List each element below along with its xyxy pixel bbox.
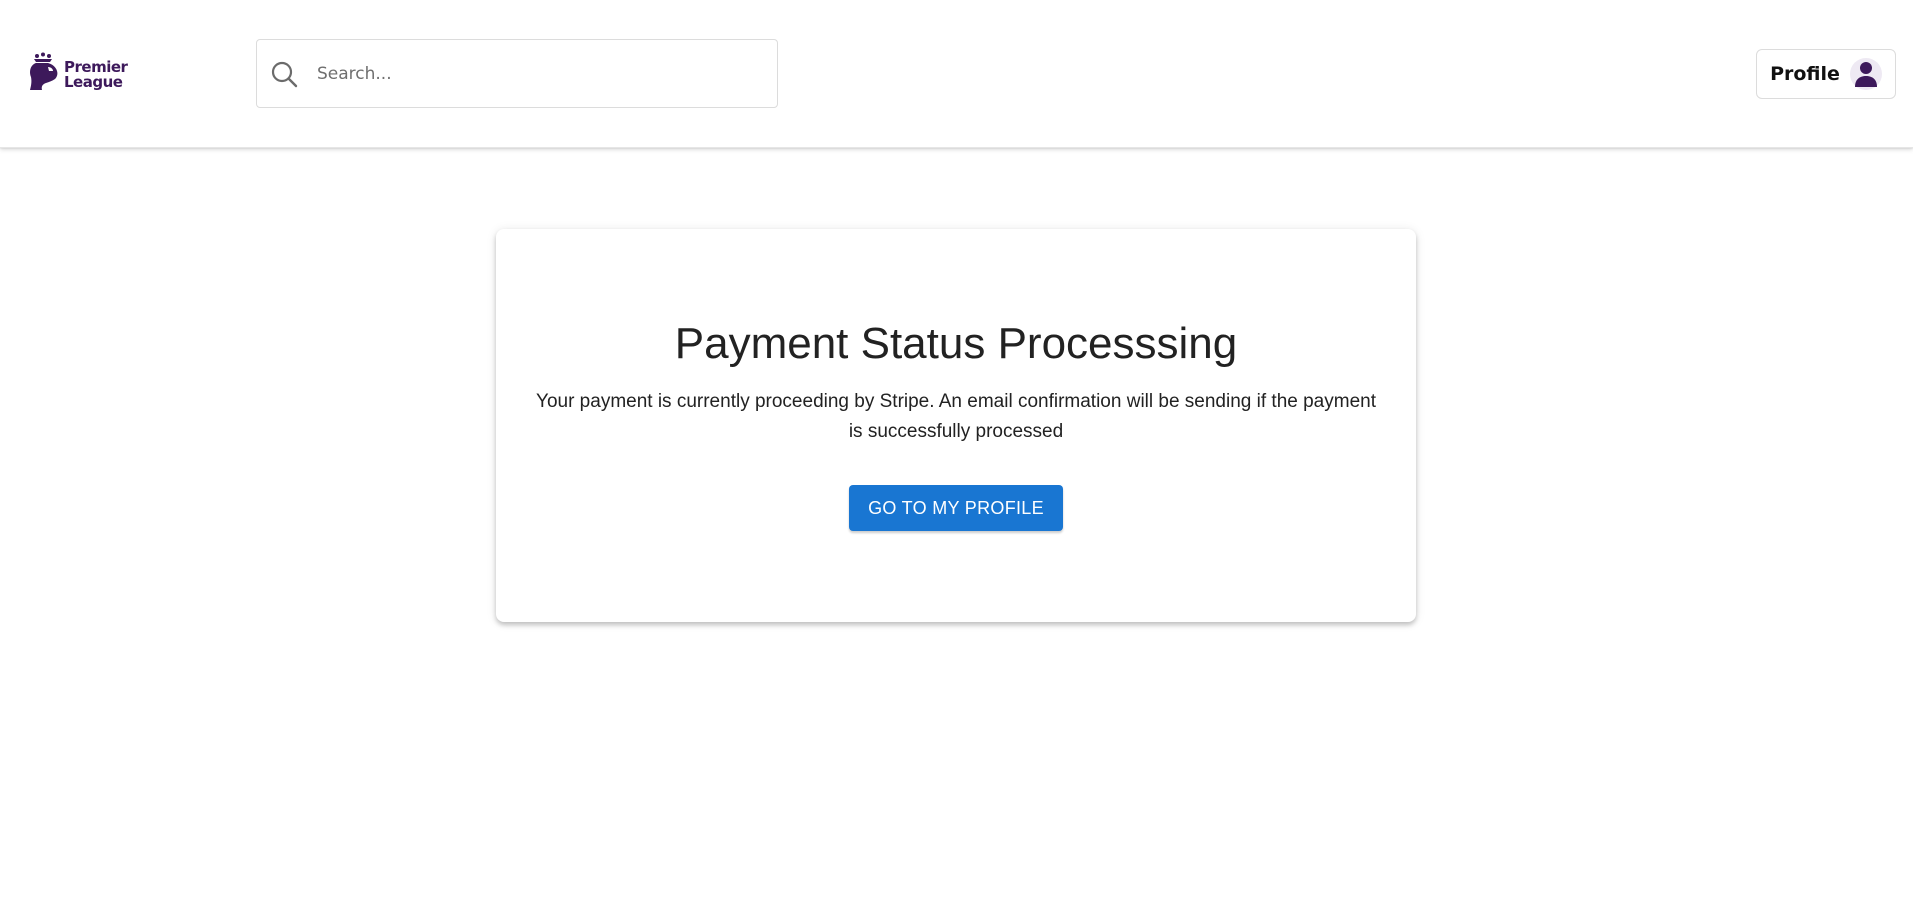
lion-crest-icon (28, 52, 60, 97)
logo-line-2: League (64, 72, 123, 91)
search-icon[interactable] (269, 59, 299, 89)
profile-button[interactable]: Profile (1756, 49, 1896, 99)
top-navbar: Premier League Profile (0, 0, 1913, 148)
premier-league-logo[interactable]: Premier League (28, 52, 128, 97)
search-input[interactable] (315, 62, 739, 85)
logo-wordmark: Premier League (64, 59, 128, 91)
user-icon (1849, 58, 1882, 90)
status-message: Your payment is currently proceeding by … (536, 391, 1376, 442)
payment-status-card: Payment Status Processsing Your payment … (496, 229, 1416, 622)
profile-button-label: Profile (1770, 63, 1840, 85)
page-title: Payment Status Processsing (674, 319, 1238, 368)
go-to-profile-button[interactable]: GO TO MY PROFILE (849, 485, 1063, 531)
search-bar[interactable] (256, 39, 778, 108)
